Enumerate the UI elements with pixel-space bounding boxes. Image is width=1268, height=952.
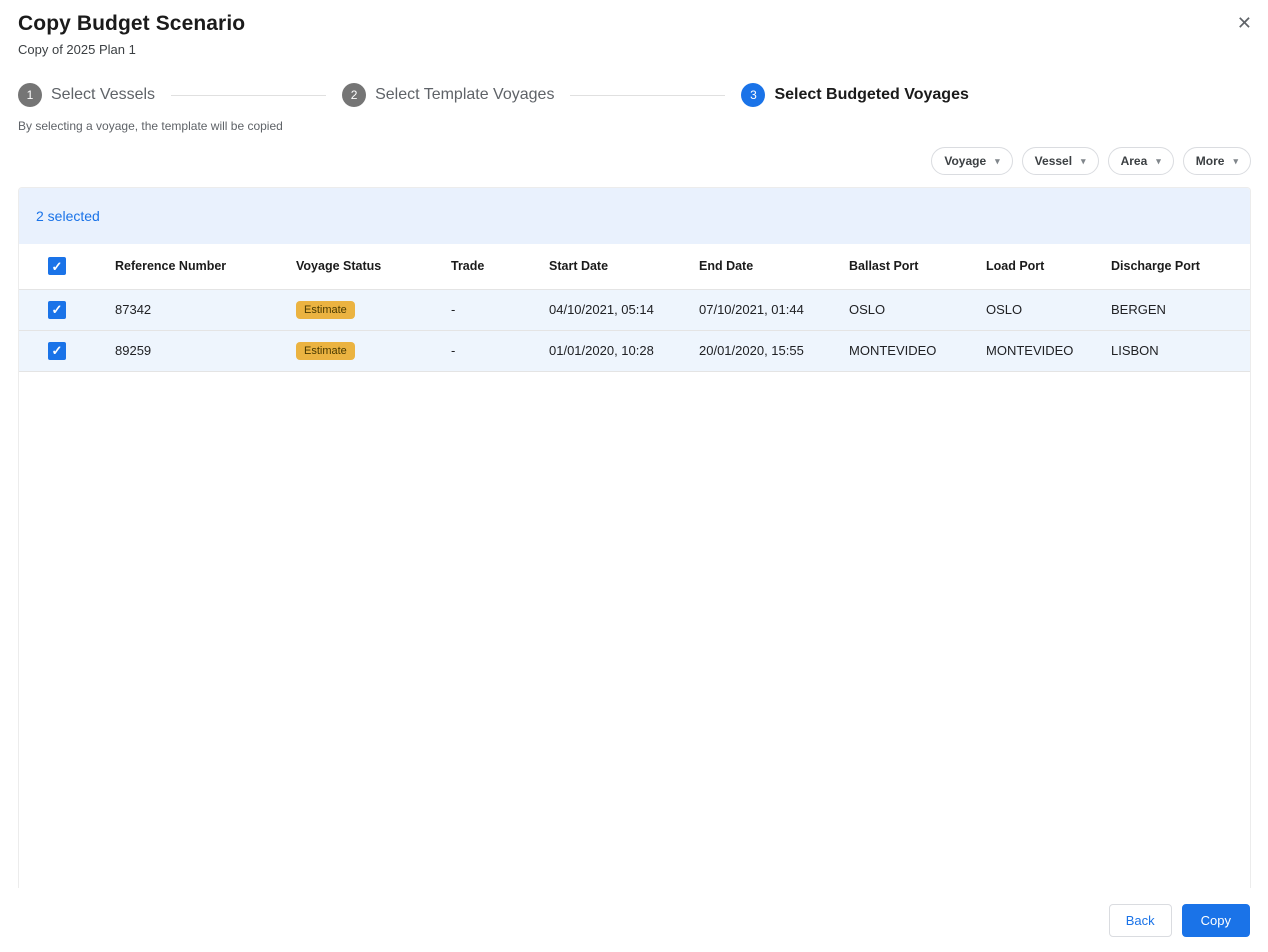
table-header-row: ✓ Reference Number Voyage Status Trade S… [19,244,1250,290]
filter-area[interactable]: Area ▾ [1107,147,1174,175]
column-header-trade: Trade [451,244,549,290]
page-title: Copy Budget Scenario [18,12,246,35]
column-header-voyage-status: Voyage Status [296,244,451,290]
dialog-header: Copy Budget Scenario Copy of 2025 Plan 1… [0,0,1268,57]
stepper-connector [570,94,726,96]
step-3-label: Select Budgeted Voyages [774,86,969,103]
row-checkbox[interactable]: ✓ [48,300,66,319]
back-button[interactable]: Back [1108,903,1172,937]
cell-start-date: 04/10/2021, 05:14 [549,289,699,331]
column-header-reference-number: Reference Number [115,244,296,290]
stepper-helper-text: By selecting a voyage, the template will… [18,119,283,133]
cell-trade: - [451,289,549,331]
selection-summary-band: 2 selected [19,188,1250,244]
status-badge: Estimate [296,300,355,319]
cell-load-port: MONTEVIDEO [986,330,1111,372]
filter-area-label: Area [1120,154,1148,168]
step-2-label: Select Template Voyages [375,86,555,103]
dialog-subtitle: Copy of 2025 Plan 1 [18,42,136,57]
step-1-label: Select Vessels [51,86,156,103]
column-header-end-date: End Date [699,244,849,290]
filter-voyage[interactable]: Voyage ▾ [931,147,1013,175]
status-badge: Estimate [296,341,355,360]
cell-start-date: 01/01/2020, 10:28 [549,330,699,372]
voyages-table: ✓ Reference Number Voyage Status Trade S… [19,244,1250,372]
step-select-vessels[interactable]: 1 Select Vessels [18,83,155,107]
copy-button[interactable]: Copy [1181,903,1250,937]
filter-vessel-label: Vessel [1034,154,1073,168]
table-row[interactable]: ✓ 87342 Estimate - 04/10/2021, 05:14 07/… [19,289,1250,331]
stepper-connector [171,94,327,96]
cell-trade: - [451,330,549,372]
column-header-ballast-port: Ballast Port [849,244,986,290]
step-select-budgeted-voyages[interactable]: 3 Select Budgeted Voyages [741,83,969,107]
close-icon[interactable]: ✕ [1233,10,1256,36]
cell-end-date: 20/01/2020, 15:55 [699,330,849,372]
filter-more[interactable]: More ▾ [1182,147,1251,175]
table-row[interactable]: ✓ 89259 Estimate - 01/01/2020, 10:28 20/… [19,330,1250,372]
voyages-table-panel: 2 selected ✓ Reference Number Voyage Sta… [18,187,1251,893]
row-checkbox[interactable]: ✓ [48,341,66,360]
chevron-down-icon: ▾ [1081,155,1086,166]
stepper: 1 Select Vessels 2 Select Template Voyag… [0,83,1268,107]
cell-discharge-port: LISBON [1111,330,1250,372]
selected-count: 2 selected [36,208,100,224]
cell-discharge-port: BERGEN [1111,289,1250,331]
column-header-discharge-port: Discharge Port [1111,244,1250,290]
filter-bar: Voyage ▾ Vessel ▾ Area ▾ More ▾ [0,147,1268,175]
filter-more-label: More [1195,154,1225,168]
chevron-down-icon: ▾ [995,155,1000,166]
cell-load-port: OSLO [986,289,1111,331]
step-3-circle: 3 [741,83,766,107]
step-select-template-voyages[interactable]: 2 Select Template Voyages [342,83,554,107]
copy-budget-scenario-dialog: Copy Budget Scenario Copy of 2025 Plan 1… [0,0,1268,952]
dialog-footer: Back Copy [0,888,1268,952]
chevron-down-icon: ▾ [1233,155,1238,166]
cell-reference-number: 87342 [115,289,296,331]
cell-reference-number: 89259 [115,330,296,372]
cell-ballast-port: MONTEVIDEO [849,330,986,372]
step-1-circle: 1 [18,83,42,107]
chevron-down-icon: ▾ [1156,155,1161,166]
filter-voyage-label: Voyage [944,154,987,168]
select-all-checkbox[interactable]: ✓ [48,257,66,276]
column-header-start-date: Start Date [549,244,699,290]
cell-end-date: 07/10/2021, 01:44 [699,289,849,331]
filter-vessel[interactable]: Vessel ▾ [1021,147,1099,175]
cell-ballast-port: OSLO [849,289,986,331]
column-header-load-port: Load Port [986,244,1111,290]
step-2-circle: 2 [342,83,367,107]
